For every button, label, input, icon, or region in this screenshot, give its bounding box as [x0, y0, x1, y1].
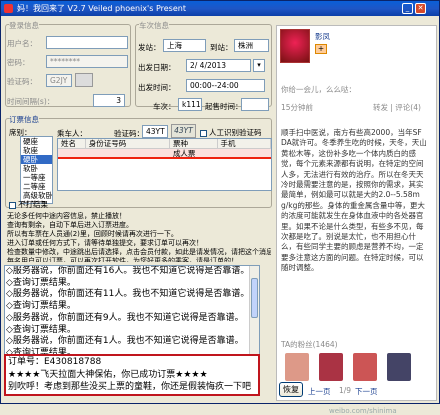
log-line: ◇查询订票结果。 — [6, 301, 76, 312]
scroll-thumb[interactable] — [251, 278, 258, 318]
fan-avatar[interactable] — [387, 353, 411, 381]
time-label: 出发时间： — [138, 83, 176, 92]
fan-avatar[interactable] — [319, 353, 343, 381]
train-label: 车次： — [153, 102, 176, 111]
watermark: weibo.com/shinima — [329, 407, 397, 415]
checkbox-box[interactable] — [200, 129, 207, 137]
order-captcha-image[interactable]: 43YT — [171, 124, 196, 138]
reply-count[interactable]: 转发 | 评论(4) — [373, 102, 421, 113]
seat-option[interactable]: 软座 — [21, 146, 52, 155]
col-phone: 手机 — [218, 139, 272, 148]
fan-avatar[interactable] — [285, 353, 309, 381]
continuous-checkbox[interactable]: 不打结果 — [9, 199, 48, 210]
col-name: 姓名 — [58, 139, 86, 148]
start-time-input[interactable] — [241, 98, 269, 111]
username-input[interactable] — [46, 36, 128, 49]
minimize-button[interactable]: _ — [402, 3, 413, 14]
to-input[interactable]: 株洲 — [234, 39, 269, 52]
interval-input[interactable]: 3 — [93, 94, 125, 107]
success-message: ★★★★飞天拉面大神保佑，你已成功订票★★★★ — [8, 369, 208, 380]
time-select[interactable]: 00:00--24:00 — [186, 79, 265, 92]
interval-label: 时间间隔(s)： — [7, 97, 55, 106]
to-label: 到站： — [210, 43, 233, 52]
date-picker[interactable]: 2/ 4/2013 — [186, 59, 251, 72]
from-input[interactable]: 上海 — [163, 39, 206, 52]
log-line: ◇服务器说，你前面还有9人。我也不知道它说得是否靠谱。 — [6, 312, 244, 323]
log-line: ◇查询订票结果。 — [6, 277, 76, 288]
title-bar: 妈！我回来了 V2.7 Veiled phoenix's Present _ ✕ — [1, 1, 439, 16]
note-line: 进入订单或任何方式下，请等待单独提交，要求订单可以再次！ — [7, 239, 203, 247]
follow-button[interactable]: + — [315, 44, 327, 54]
weibo-source: 你给一会儿，么么哒： — [281, 85, 356, 94]
col-type: 票种 — [170, 139, 218, 148]
calendar-icon[interactable]: ▾ — [253, 59, 265, 72]
captcha-input[interactable]: G2JY — [46, 74, 72, 87]
password-label: 密码： — [7, 58, 30, 67]
weibo-text: 顺手扫中医说，南方有些高2000，当年SFDA就许可。冬季养生吃的时候，天冬，天… — [281, 128, 427, 273]
notes-panel: 无论多任何中途内容信息，禁止播放！ 查询有剩余，自动下单后进入订票进度。 所以有车票… — [7, 212, 271, 262]
advice-message: 别吹呼！考虑到那些没买上票的童鞋，你还是假装悔疚一下吧 — [8, 382, 252, 393]
seat-option[interactable]: 软卧 — [21, 164, 52, 173]
captcha-image[interactable] — [75, 73, 93, 87]
app-icon — [4, 4, 13, 13]
page-indicator: 1/9 — [339, 386, 352, 395]
table-header: 姓名 身份证号码 票种 手机 — [58, 139, 272, 149]
log-scrollbar[interactable] — [249, 266, 259, 360]
fan-panel: 影凤 + 你给一会儿，么么哒： 15分钟前 转发 | 评论(4) 顺手扫中医说，… — [276, 25, 437, 415]
group-title: 订票信息 — [9, 114, 39, 125]
log-line: ◇服务器说，你前面还有16人。我也不知道它说得是否靠谱。 — [6, 266, 250, 276]
seat-list[interactable]: 硬座软座硬卧软卧一等座二等座高级软卧特等座商务座 — [20, 136, 53, 204]
continuous-label: 不打结果 — [18, 200, 48, 209]
seat-option[interactable]: 硬卧 — [21, 155, 52, 164]
cell-name — [58, 149, 86, 157]
auto-captcha-checkbox[interactable]: 人工识别验证码 — [200, 127, 262, 138]
reply-meta: 15分钟前 — [281, 103, 314, 112]
cell-phone — [218, 149, 272, 157]
log-line: ◇服务器说，你前面还有11人。我也不知道它说得是否靠谱。 — [6, 289, 250, 300]
next-page-link[interactable]: 下一页 — [355, 386, 378, 397]
note-line: 检查数量中修改，中途跳出后请选择，点击会员付款，如此是请发情况，请把这个消息发送… — [7, 248, 271, 256]
success-alert: 订单号：E430818788 ★★★★飞天拉面大神保佑，你已成功订票★★★★ 别… — [4, 354, 260, 396]
log-line: ◇服务器说，你前面还有1人。我也不知道它说得是否靠谱。 — [6, 336, 244, 347]
cell-type: 成人票 — [172, 149, 196, 158]
date-label: 出发日期： — [138, 63, 176, 72]
fan-name: 影凤 — [315, 32, 330, 41]
reply-button[interactable]: 恢复 — [279, 382, 303, 397]
prev-page-link[interactable]: 上一页 — [308, 386, 331, 397]
seat-option[interactable]: 硬座 — [21, 137, 52, 146]
start-time-label: 起售时间： — [205, 102, 243, 111]
order-number: 订单号：E430818788 — [8, 357, 102, 367]
phoenix-avatar — [280, 29, 310, 63]
table-row[interactable]: 成人票 — [58, 149, 271, 159]
password-input[interactable]: ******** — [46, 55, 128, 68]
note-line: 每名用户可以订票，可以再次打开软件，为您好更多的乘客，请是订单的！ — [7, 257, 238, 262]
col-id: 身份证号码 — [86, 139, 170, 148]
close-button[interactable]: ✕ — [415, 3, 426, 14]
log-messages: ◇服务器说，你前面还有16人。我也不知道它说得是否靠谱。 ◇查询订票结果。 ◇服务器… — [5, 266, 259, 360]
order-captcha-input[interactable]: 43YT — [142, 125, 168, 138]
fans-label: TA的粉丝(1464) — [281, 340, 338, 349]
train-input[interactable]: k111 — [178, 98, 202, 111]
window-title: 妈！我回来了 V2.7 Veiled phoenix's Present — [17, 4, 186, 13]
app-window: 妈！我回来了 V2.7 Veiled phoenix's Present _ ✕… — [0, 0, 440, 415]
cell-id — [86, 149, 170, 157]
log-panel[interactable]: ◇服务器说，你前面还有16人。我也不知道它说得是否靠谱。 ◇查询订票结果。 ◇服务器… — [4, 265, 260, 361]
passenger-table[interactable]: 姓名 身份证号码 票种 手机 成人票 — [57, 138, 272, 191]
note-line: 查询有剩余，自动下单后进入订票进度。 — [7, 221, 133, 229]
fan-avatar[interactable] — [353, 353, 377, 381]
note-line: 无论多任何中途内容信息，禁止播放！ — [7, 212, 126, 220]
username-label: 用户名： — [7, 39, 37, 48]
group-title: 登录信息 — [9, 20, 39, 31]
seat-option[interactable]: 二等座 — [21, 182, 52, 191]
checkbox-box[interactable] — [9, 201, 16, 209]
auto-captcha-label: 人工识别验证码 — [209, 128, 262, 137]
note-line: 所以有车票在人员通(2)里，回顾时候请再次进行一下。 — [7, 230, 178, 238]
from-label: 发站： — [138, 43, 161, 52]
seat-option[interactable]: 一等座 — [21, 173, 52, 182]
log-line: ◇查询订票结果。 — [6, 324, 76, 335]
group-title: 车次信息 — [139, 20, 169, 31]
captcha-label: 验证码： — [7, 77, 37, 86]
